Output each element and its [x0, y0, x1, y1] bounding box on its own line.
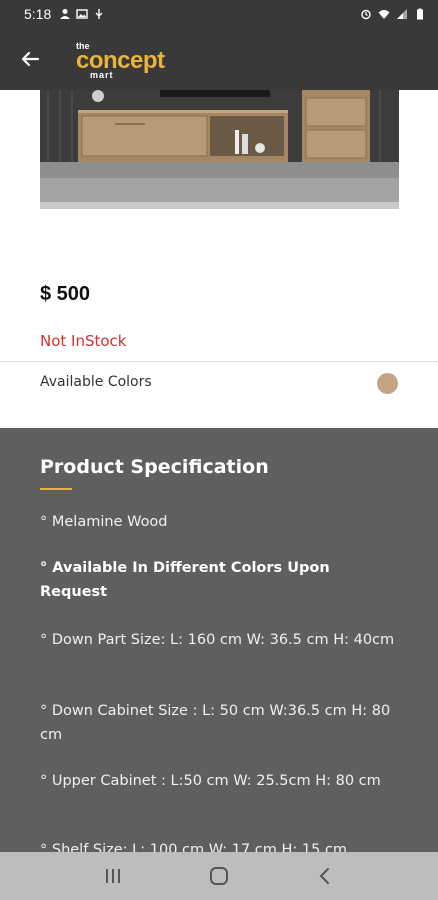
alarm-icon	[361, 9, 371, 20]
signal-icon	[397, 9, 407, 19]
divider	[0, 361, 438, 362]
app-bar: the concept mart	[0, 28, 438, 90]
battery-icon	[417, 8, 423, 20]
status-bar: 5:18	[0, 0, 438, 28]
color-swatch[interactable]	[377, 373, 398, 394]
home-icon	[210, 867, 228, 885]
spec-item: ° Melamine Wood	[40, 514, 168, 530]
available-colors-label: Available Colors	[40, 374, 152, 390]
status-right-icons	[360, 8, 426, 20]
spec-item: ° Down Part Size: L: 160 cm W: 36.5 cm H…	[40, 632, 395, 648]
recent-apps-button[interactable]	[93, 856, 133, 896]
stock-status: Not InStock	[40, 332, 127, 350]
system-nav-bar	[0, 852, 438, 900]
spec-title-underline	[40, 488, 72, 490]
home-button[interactable]	[199, 856, 239, 896]
spec-item: ° Upper Cabinet : L:50 cm W: 25.5cm H: 8…	[40, 773, 381, 789]
product-price: $ 500	[40, 283, 91, 305]
back-button[interactable]	[0, 28, 60, 90]
recent-apps-icon	[106, 869, 120, 883]
tv-unit-image	[40, 90, 399, 209]
spec-title: Product Specification	[40, 456, 269, 478]
spec-item: ° Down Cabinet Size : L: 50 cm W:36.5 cm…	[40, 703, 391, 743]
product-image	[40, 90, 399, 209]
product-specification-section: Product Specification ° Melamine Wood ° …	[0, 428, 438, 852]
logo-mart: mart	[90, 70, 114, 80]
back-icon	[320, 868, 329, 884]
spec-item: ° Available In Different Colors Upon Req…	[40, 560, 330, 600]
spec-item: ° Shelf Size: L: 100 cm W: 17 cm H: 15 c…	[40, 842, 348, 852]
status-time: 5:18	[24, 6, 52, 22]
app-logo: the concept mart	[76, 39, 206, 80]
arrow-left-icon	[21, 51, 40, 67]
image-icon	[76, 9, 88, 19]
status-left-icons	[59, 8, 105, 20]
wifi-icon	[378, 10, 390, 19]
usb-icon	[95, 9, 103, 19]
system-back-button[interactable]	[305, 856, 345, 896]
person-icon	[60, 9, 71, 19]
